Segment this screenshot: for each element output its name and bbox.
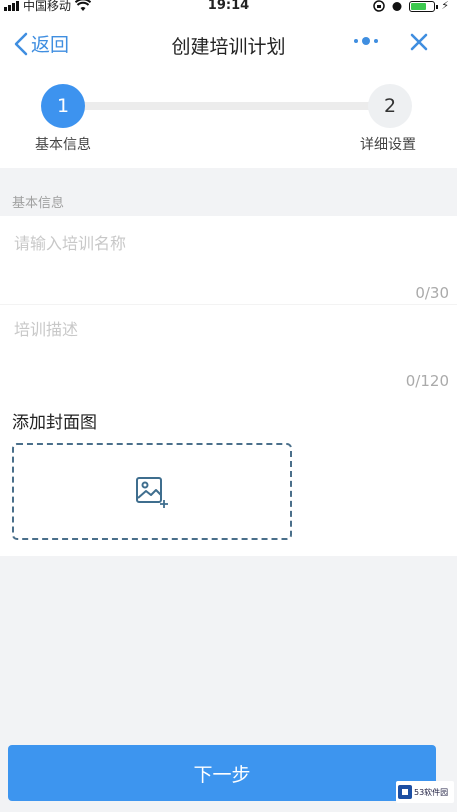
stepper: 1 2 基本信息 详细设置 [0,76,457,168]
status-right: ⚡ [373,0,449,12]
charging-icon: ⚡ [441,0,449,12]
add-image-icon [136,476,168,508]
step-2-label: 详细设置 [360,137,416,153]
watermark: 53软件园 [396,781,454,803]
more-dots-icon[interactable] [352,34,380,48]
status-bar: 中国移动 19:14 ⚡ [0,0,457,14]
step-1-circle: 1 [41,84,85,128]
basic-info-form: 0/30 0/120 添加封面图 [0,216,457,556]
section-header-label: 基本信息 [12,196,65,211]
page-title: 创建培训计划 [171,36,286,58]
step-progress-line [66,102,392,110]
training-name-input[interactable] [14,234,434,253]
field-divider [0,304,457,305]
alarm-icon [392,2,402,11]
rotation-lock-icon [373,0,386,12]
step-2-circle: 2 [368,84,412,128]
training-description-input[interactable] [14,320,434,339]
description-char-counter: 0/120 [405,372,449,390]
close-icon[interactable] [408,31,430,53]
section-header: 基本信息 [0,168,457,216]
step-1-label: 基本信息 [35,137,91,153]
cover-upload-area[interactable] [12,443,292,540]
battery-icon [409,0,439,12]
watermark-text: 53软件园 [414,787,449,797]
watermark-logo-icon [398,785,412,799]
nav-bar: 返回 创建培训计划 [0,14,457,76]
next-step-button[interactable]: 下一步 [8,745,436,801]
cover-label: 添加封面图 [12,413,97,433]
name-char-counter: 0/30 [415,284,449,302]
